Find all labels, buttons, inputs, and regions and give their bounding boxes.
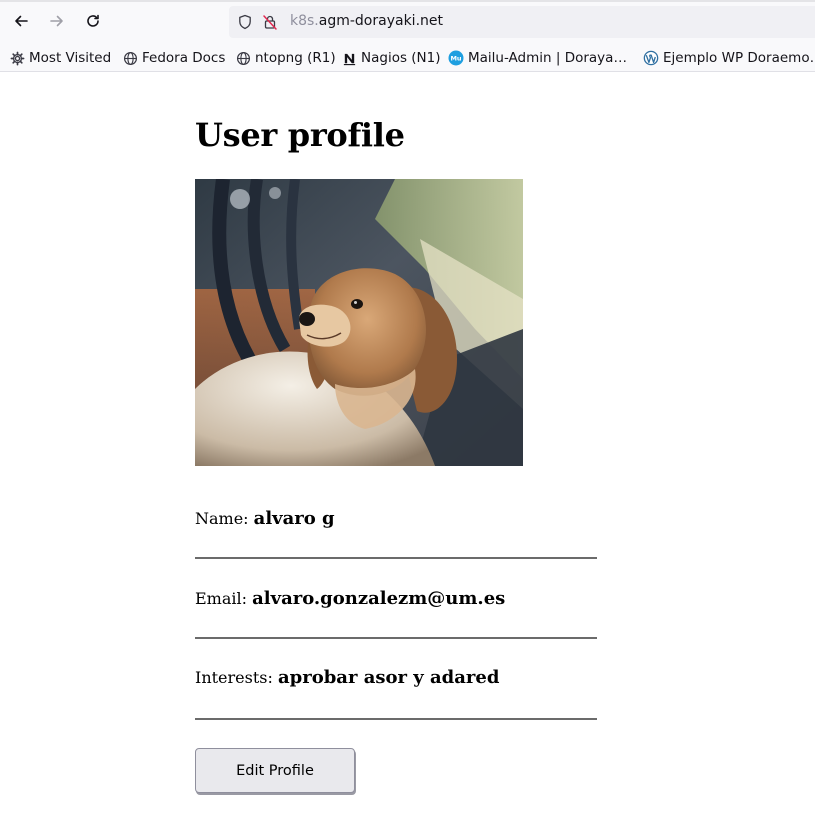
bookmark-fedora-docs[interactable]: Fedora Docs — [122, 49, 225, 67]
svg-text:Mu: Mu — [450, 55, 461, 63]
interests-label: Interests: — [195, 668, 278, 687]
wordpress-icon — [643, 50, 659, 66]
globe-icon — [235, 50, 251, 66]
bookmark-label: ntopng (R1) — [255, 50, 336, 66]
reload-button[interactable] — [78, 6, 108, 36]
bookmark-ntopng[interactable]: ntopng (R1) — [235, 49, 336, 67]
arrow-right-icon — [50, 15, 63, 27]
interests-field: Interests: aprobar asor y adared — [195, 639, 597, 720]
mailu-icon: Mu — [448, 50, 464, 66]
bookmark-label: Fedora Docs — [142, 50, 226, 66]
forward-button[interactable] — [42, 6, 72, 36]
reload-icon — [87, 14, 99, 27]
gear-icon — [9, 50, 25, 66]
bookmarks-bar: Most Visited Fedora Docs ntopng (R1) Nag… — [0, 44, 815, 72]
name-label: Name: — [195, 509, 254, 528]
url-subdomain: k8s. — [290, 13, 319, 29]
profile-photo — [195, 179, 523, 466]
interests-value: aprobar asor y adared — [277, 667, 500, 688]
dog-photo-image — [195, 179, 523, 466]
url-text[interactable]: k8s.agm-dorayaki.net — [290, 13, 443, 29]
bookmark-label: Ejemplo WP Doraemo… — [663, 50, 815, 66]
bookmark-label: Nagios (N1) — [361, 50, 441, 66]
nagios-icon — [341, 50, 357, 66]
page-title: User profile — [195, 116, 405, 154]
browser-toolbar: k8s.agm-dorayaki.net — [0, 0, 815, 44]
bookmark-label: Mailu-Admin | Doraya… — [468, 50, 627, 66]
arrow-left-icon — [15, 15, 28, 27]
bookmark-most-visited[interactable]: Most Visited — [9, 49, 111, 67]
email-label: Email: — [195, 589, 253, 608]
url-domain: agm-dorayaki.net — [318, 13, 443, 29]
bookmark-ejemplo-wp[interactable]: Ejemplo WP Doraemo… — [643, 49, 815, 67]
tab-strip-edge — [0, 0, 815, 2]
bookmark-label: Most Visited — [29, 50, 112, 66]
shield-icon[interactable] — [237, 14, 253, 30]
insecure-lock-icon[interactable] — [262, 14, 278, 30]
email-field: Email: alvaro.gonzalezm@um.es — [195, 559, 597, 639]
name-value: alvaro g — [253, 508, 335, 529]
name-field: Name: alvaro g — [195, 466, 597, 559]
bookmark-nagios[interactable]: Nagios (N1) — [341, 49, 441, 67]
bookmark-mailu-admin[interactable]: Mu Mailu-Admin | Doraya… — [448, 49, 627, 67]
edit-profile-button[interactable]: Edit Profile — [195, 748, 355, 793]
globe-icon — [122, 50, 138, 66]
back-button[interactable] — [6, 6, 36, 36]
address-bar[interactable]: k8s.agm-dorayaki.net — [229, 6, 815, 38]
email-value: alvaro.gonzalezm@um.es — [252, 588, 506, 609]
